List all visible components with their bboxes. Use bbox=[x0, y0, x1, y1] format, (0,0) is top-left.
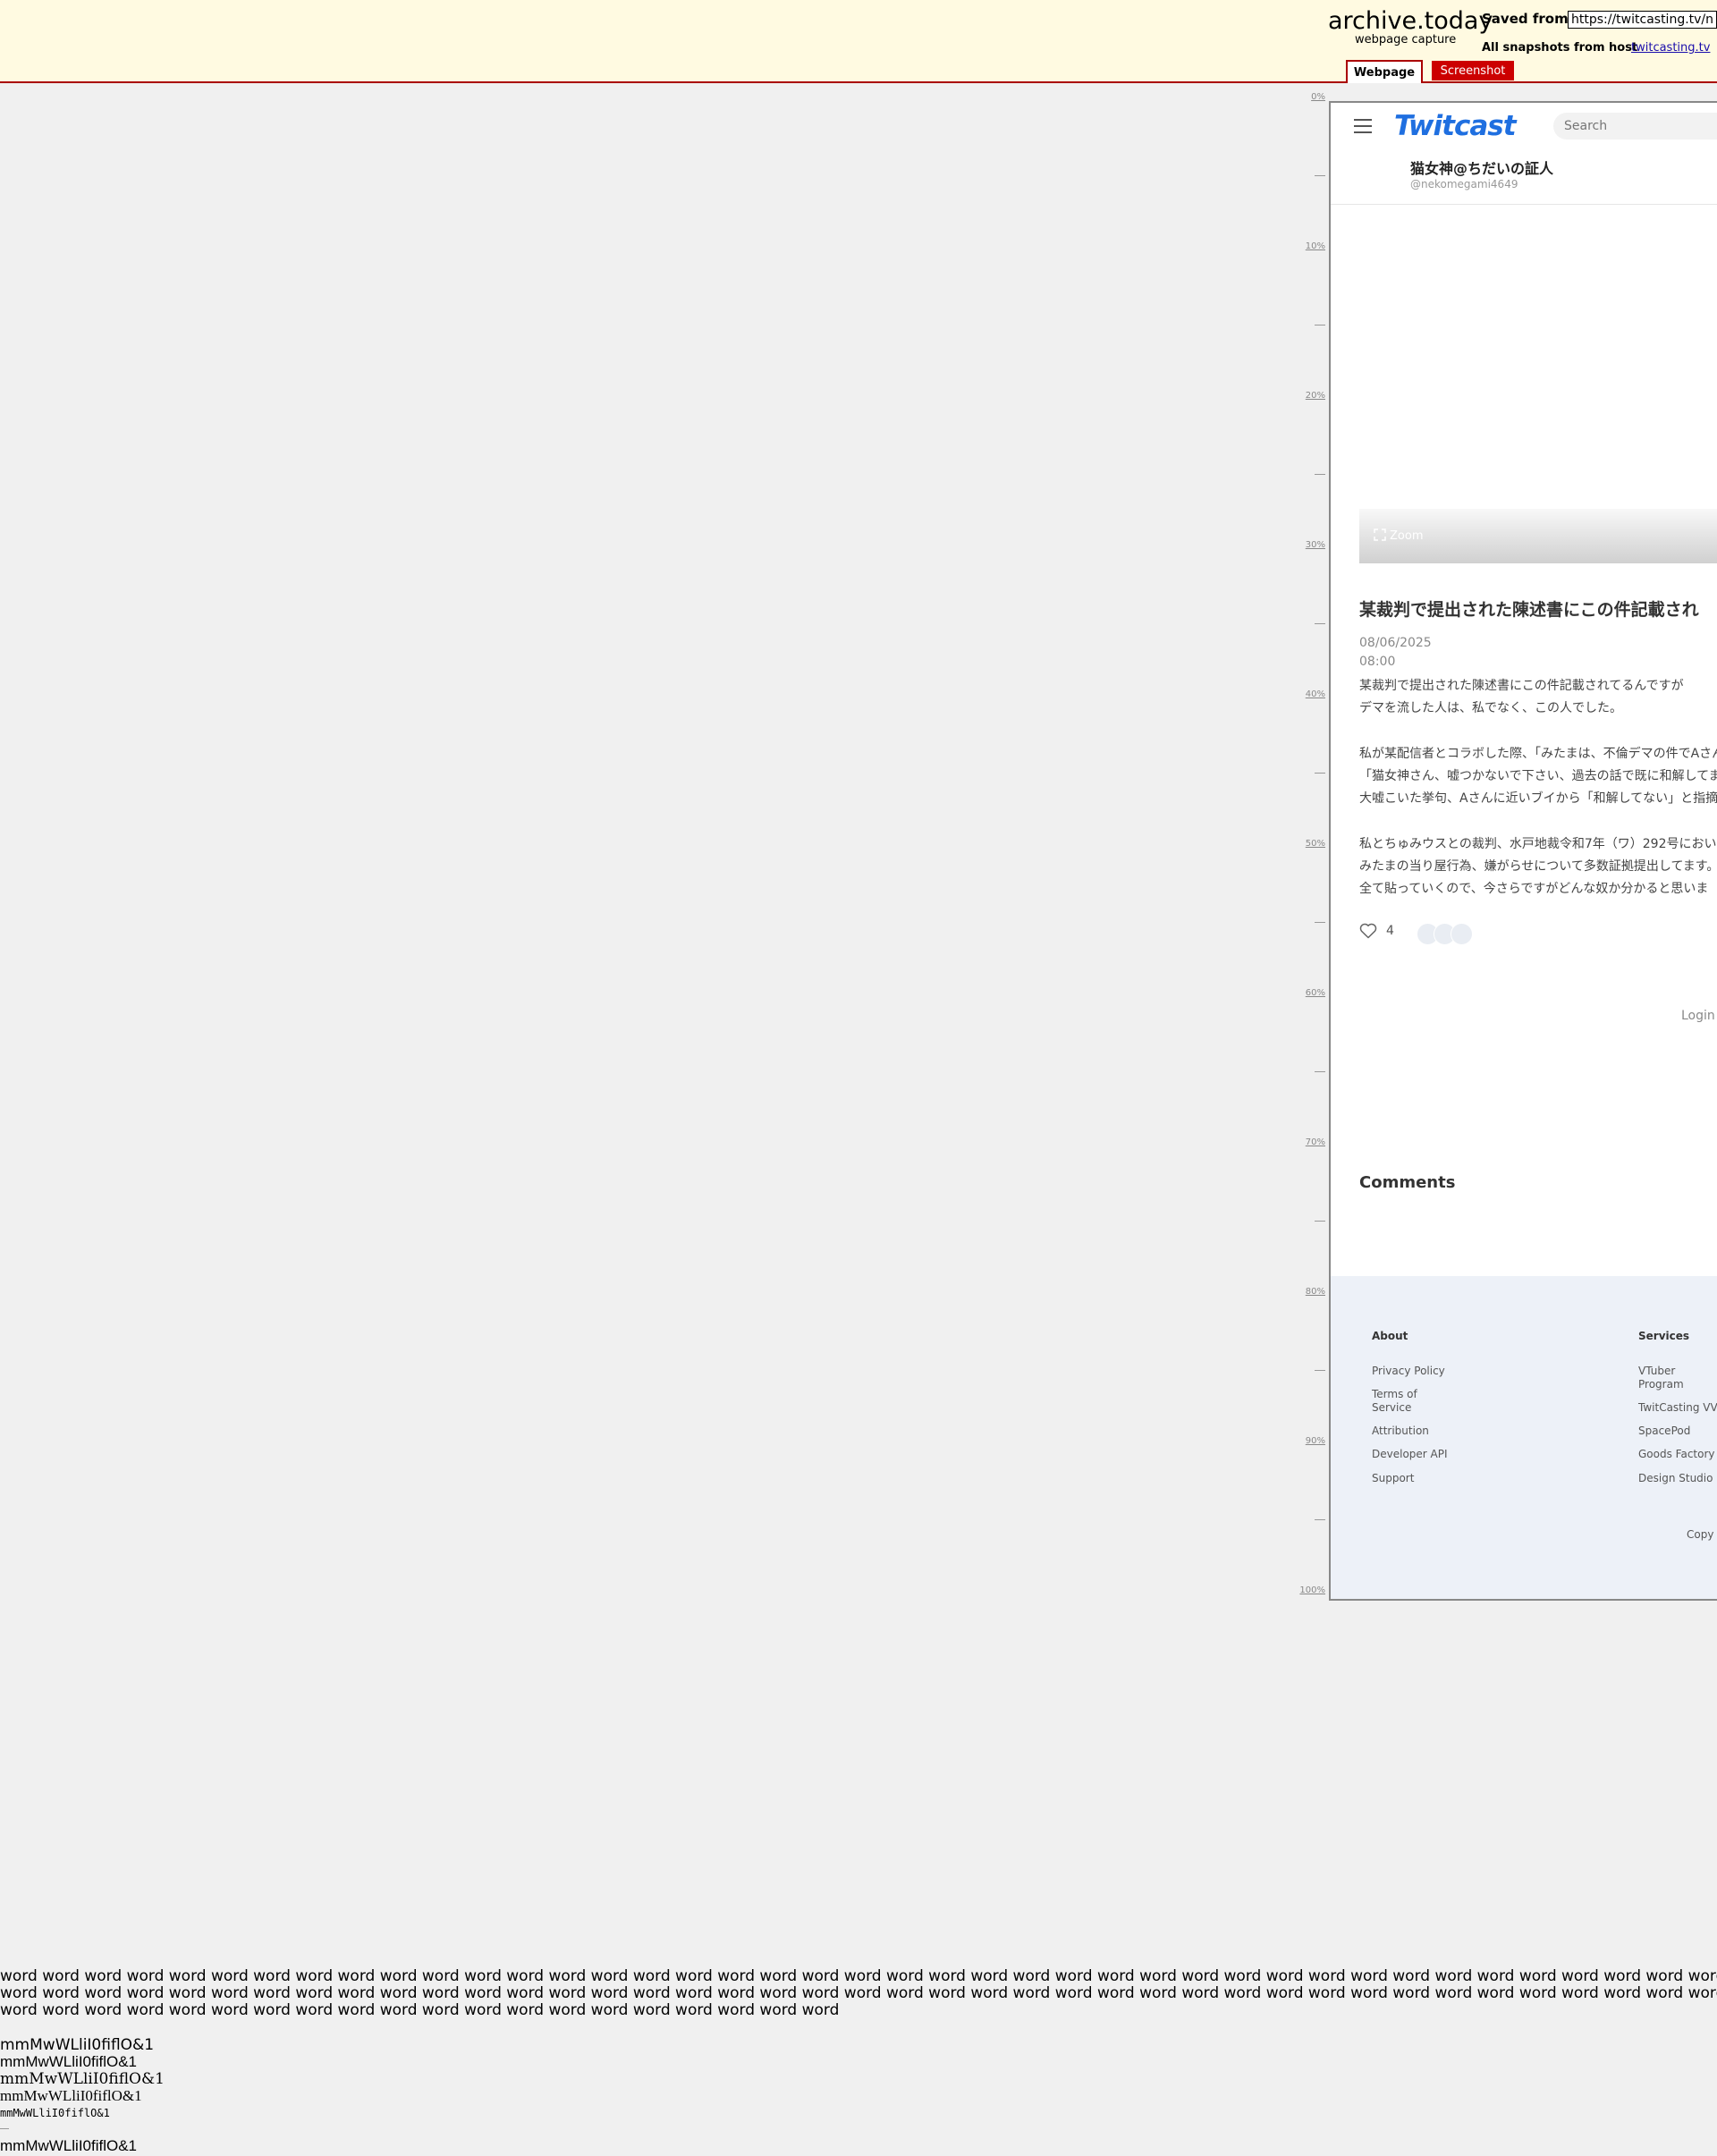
post-datetime: 08/06/2025 08:00 bbox=[1359, 634, 1432, 672]
ruler-label[interactable]: 60% bbox=[1298, 988, 1325, 998]
archive-subtitle: webpage capture bbox=[1355, 33, 1457, 47]
saved-from-label: Saved from bbox=[1482, 11, 1569, 27]
heart-icon bbox=[1359, 923, 1377, 939]
liker-avatars bbox=[1417, 923, 1473, 945]
body-line: 私が某配信者とコラボした際、「みたまは、不倫デマの件でAさん bbox=[1359, 747, 1717, 761]
zoom-button[interactable]: Zoom bbox=[1374, 528, 1423, 543]
font-sample: mmMwWLliI0fiflO&1 bbox=[0, 2053, 138, 2070]
footer-link[interactable]: Design Studio bbox=[1638, 1472, 1713, 1485]
post-time: 08:00 bbox=[1359, 655, 1396, 669]
body-line: 「猫女神さん、嘘つかないで下さい、過去の話で既に和解してま bbox=[1359, 769, 1717, 783]
ruler-tick bbox=[1315, 1519, 1325, 1520]
header-divider bbox=[1331, 204, 1717, 205]
video-player[interactable]: Zoom bbox=[1359, 509, 1717, 563]
footer-copyright: Copy bbox=[1687, 1528, 1714, 1541]
ruler-tick bbox=[1315, 922, 1325, 923]
tab-webpage[interactable]: Webpage bbox=[1346, 60, 1423, 83]
post-date: 08/06/2025 bbox=[1359, 636, 1432, 650]
footer-link[interactable]: Support bbox=[1372, 1472, 1414, 1485]
ruler-label[interactable]: 90% bbox=[1298, 1436, 1325, 1446]
ruler-label[interactable]: 40% bbox=[1298, 689, 1325, 699]
post-title: 某裁判で提出された陳述書にこの件記載され bbox=[1359, 600, 1699, 620]
zoom-label: Zoom bbox=[1390, 529, 1424, 543]
footer-link[interactable]: Privacy Policy bbox=[1372, 1365, 1445, 1378]
ruler-tick bbox=[1315, 1370, 1325, 1371]
font-test-words: word word word word word word word word … bbox=[0, 1968, 1717, 2019]
word-line: word word word word word word word word … bbox=[0, 1968, 1717, 1985]
body-line: 私とちゅみウスとの裁判、水戸地裁令和7年（ワ）292号におい bbox=[1359, 837, 1717, 851]
post-body: 某裁判で提出された陳述書にこの件記載されてるんですが デマを流した人は、私でなく… bbox=[1359, 675, 1717, 924]
footer-link[interactable]: Developer API bbox=[1372, 1448, 1448, 1461]
font-sample: mmMwWLliI0fiflO&1 bbox=[0, 2036, 155, 2054]
comments-heading: Comments bbox=[1359, 1173, 1456, 1192]
ruler-label[interactable]: 30% bbox=[1298, 540, 1325, 550]
body-line: デマを流した人は、私でなく、この人でした。 bbox=[1359, 701, 1622, 715]
ruler-label[interactable]: 70% bbox=[1298, 1137, 1325, 1147]
like-count: 4 bbox=[1386, 924, 1394, 938]
ruler-tick bbox=[1315, 1221, 1325, 1222]
user-name[interactable]: 猫女神@ちだいの証人 bbox=[1410, 156, 1553, 178]
hamburger-menu-icon[interactable] bbox=[1354, 119, 1372, 138]
font-sample: mmMwWLliI0fiflO&1 bbox=[0, 2107, 110, 2119]
ruler-label[interactable]: 10% bbox=[1298, 241, 1325, 251]
word-line: word word word word word word word word … bbox=[0, 1985, 1717, 2002]
font-sample: mmMwWLliI0fiflO&1 bbox=[0, 2137, 138, 2154]
host-link[interactable]: twitcasting.tv bbox=[1631, 41, 1710, 55]
all-snapshots-link[interactable]: All snapshots bbox=[1482, 41, 1569, 55]
ruler-tick bbox=[1315, 1071, 1325, 1072]
fullscreen-icon bbox=[1374, 528, 1386, 541]
like-button[interactable]: 4 bbox=[1359, 923, 1394, 939]
footer-link[interactable]: Goods Factory bbox=[1638, 1448, 1715, 1461]
ruler-tick bbox=[1315, 474, 1325, 475]
footer-link[interactable]: TwitCasting VV bbox=[1638, 1401, 1717, 1415]
body-line: 全て貼っていくので、今さらですがどんな奴か分かると思いま bbox=[1359, 882, 1709, 896]
avatar bbox=[1451, 923, 1473, 945]
footer-services-heading: Services bbox=[1638, 1330, 1690, 1342]
source-url-field[interactable] bbox=[1568, 11, 1717, 29]
ruler-tick bbox=[1315, 773, 1325, 774]
footer-link[interactable]: VTuber Program bbox=[1638, 1365, 1692, 1391]
ruler-label[interactable]: 80% bbox=[1298, 1287, 1325, 1297]
font-sample: mmMwWLliI0fiflO&1 bbox=[0, 2087, 142, 2104]
divider bbox=[0, 2128, 9, 2129]
footer-link[interactable]: Terms of Service bbox=[1372, 1388, 1434, 1415]
font-sample: mmMwWLliI0fiflO&1 bbox=[0, 2070, 165, 2088]
site-footer: About Privacy Policy Terms of Service At… bbox=[1331, 1276, 1717, 1599]
ruler-label[interactable]: 0% bbox=[1298, 92, 1325, 102]
captured-page: Twitcast 猫女神@ちだいの証人 @nekomegami4649 Zoom… bbox=[1329, 101, 1717, 1601]
footer-link[interactable]: SpacePod bbox=[1638, 1425, 1690, 1438]
twitcast-logo[interactable]: Twitcast bbox=[1394, 110, 1517, 142]
word-line: word word word word word word word word … bbox=[0, 2002, 840, 2019]
footer-about-heading: About bbox=[1372, 1330, 1408, 1342]
search-input[interactable] bbox=[1553, 113, 1717, 140]
login-link[interactable]: Login bbox=[1681, 1009, 1715, 1023]
body-line: 大嘘こいた挙句、Aさんに近いブイから「和解してない」と指摘 bbox=[1359, 791, 1717, 806]
tab-screenshot[interactable]: Screenshot bbox=[1432, 61, 1514, 80]
user-handle: @nekomegami4649 bbox=[1410, 178, 1518, 190]
from-host-label: from host bbox=[1573, 41, 1638, 55]
ruler-label[interactable]: 20% bbox=[1298, 391, 1325, 401]
ruler-label[interactable]: 50% bbox=[1298, 839, 1325, 849]
ruler-label[interactable]: 100% bbox=[1298, 1585, 1325, 1595]
footer-link[interactable]: Attribution bbox=[1372, 1425, 1429, 1438]
all-snapshots-label: All snapshots from host bbox=[1482, 41, 1637, 55]
ruler-tick bbox=[1315, 175, 1325, 176]
body-line: みたまの当り屋行為、嫌がらせについて多数証拠提出してます。 bbox=[1359, 859, 1717, 874]
ruler-tick bbox=[1315, 623, 1325, 624]
body-line: 某裁判で提出された陳述書にこの件記載されてるんですが bbox=[1359, 679, 1684, 693]
archive-header: archive.today webpage capture Saved from… bbox=[0, 0, 1717, 83]
archive-logo[interactable]: archive.today bbox=[1328, 7, 1493, 35]
ruler-tick bbox=[1315, 325, 1325, 326]
